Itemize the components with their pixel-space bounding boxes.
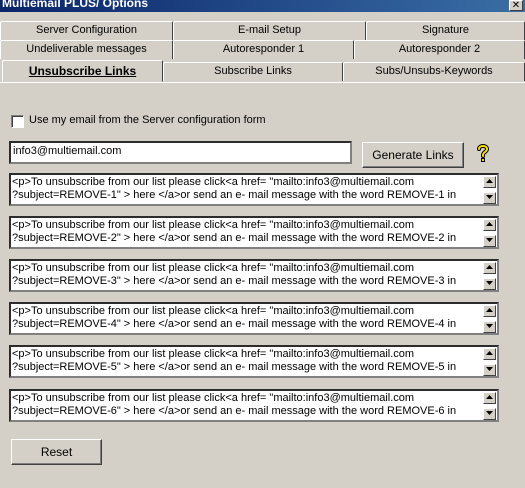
memo-text-5[interactable]: <p>To unsubscribe from our list please c… [12, 347, 482, 376]
scroll-up-icon[interactable] [483, 305, 496, 317]
memo-scrollbar-1[interactable] [483, 176, 496, 205]
tab-unsubscribe-links-label: Unsubscribe Links [28, 64, 137, 78]
memo-text-2[interactable]: <p>To unsubscribe from our list please c… [12, 218, 482, 247]
memo-text-4[interactable]: <p>To unsubscribe from our list please c… [12, 304, 482, 333]
tab-subs-unsubs-keywords[interactable]: Subs/Unsubs-Keywords [343, 62, 525, 81]
scroll-up-icon[interactable] [483, 348, 496, 360]
tab-autoresponder-1[interactable]: Autoresponder 1 [173, 40, 354, 59]
email-input[interactable]: info3@multiemail.com [9, 141, 352, 164]
memo-scrollbar-2[interactable] [483, 219, 496, 248]
window-title: Multiemail PLUS/ Options [2, 0, 149, 10]
scroll-down-icon[interactable] [483, 278, 496, 290]
memo-text-3[interactable]: <p>To unsubscribe from our list please c… [12, 261, 482, 290]
memo-text-1[interactable]: <p>To unsubscribe from our list please c… [12, 175, 482, 204]
memo-scrollbar-3[interactable] [483, 262, 496, 291]
tab-undeliverable-messages[interactable]: Undeliverable messages [0, 40, 173, 59]
memo-text-6[interactable]: <p>To unsubscribe from our list please c… [12, 391, 482, 420]
tab-subscribe-links[interactable]: Subscribe Links [163, 62, 343, 81]
scroll-up-icon[interactable] [483, 262, 496, 274]
tab-unsubscribe-links[interactable]: Unsubscribe Links [2, 60, 163, 82]
options-tabs: Server Configuration E-mail Setup Signat… [0, 21, 525, 83]
tab-panel-edge [0, 82, 525, 83]
memo-scrollbar-5[interactable] [483, 348, 496, 377]
tab-signature[interactable]: Signature [366, 21, 525, 40]
tab-server-configuration[interactable]: Server Configuration [0, 21, 173, 40]
unsubscribe-link-memo-1[interactable]: <p>To unsubscribe from our list please c… [9, 173, 499, 206]
scroll-down-icon[interactable] [483, 235, 496, 247]
memo-scrollbar-6[interactable] [483, 392, 496, 421]
scroll-up-icon[interactable] [483, 176, 496, 188]
scroll-up-icon[interactable] [483, 219, 496, 231]
scroll-down-icon[interactable] [483, 192, 496, 204]
reset-button[interactable]: Reset [11, 439, 102, 465]
memo-scrollbar-4[interactable] [483, 305, 496, 334]
question-mark-icon[interactable] [475, 143, 491, 163]
tab-autoresponder-2[interactable]: Autoresponder 2 [354, 40, 525, 59]
tab-email-setup[interactable]: E-mail Setup [173, 21, 366, 40]
scroll-down-icon[interactable] [483, 408, 496, 420]
title-bar: Multiemail PLUS/ Options ✕ [0, 0, 525, 12]
scroll-down-icon[interactable] [483, 321, 496, 333]
unsubscribe-link-memo-5[interactable]: <p>To unsubscribe from our list please c… [9, 345, 499, 378]
close-button[interactable]: ✕ [509, 0, 523, 11]
unsubscribe-link-memo-6[interactable]: <p>To unsubscribe from our list please c… [9, 389, 499, 422]
scroll-down-icon[interactable] [483, 364, 496, 376]
generate-links-button[interactable]: Generate Links [362, 142, 464, 168]
unsubscribe-link-memo-2[interactable]: <p>To unsubscribe from our list please c… [9, 216, 499, 249]
use-email-checkbox[interactable] [11, 115, 24, 128]
unsubscribe-link-memo-4[interactable]: <p>To unsubscribe from our list please c… [9, 302, 499, 335]
unsubscribe-link-memo-3[interactable]: <p>To unsubscribe from our list please c… [9, 259, 499, 292]
use-email-label: Use my email from the Server configurati… [29, 114, 266, 126]
scroll-up-icon[interactable] [483, 392, 496, 404]
